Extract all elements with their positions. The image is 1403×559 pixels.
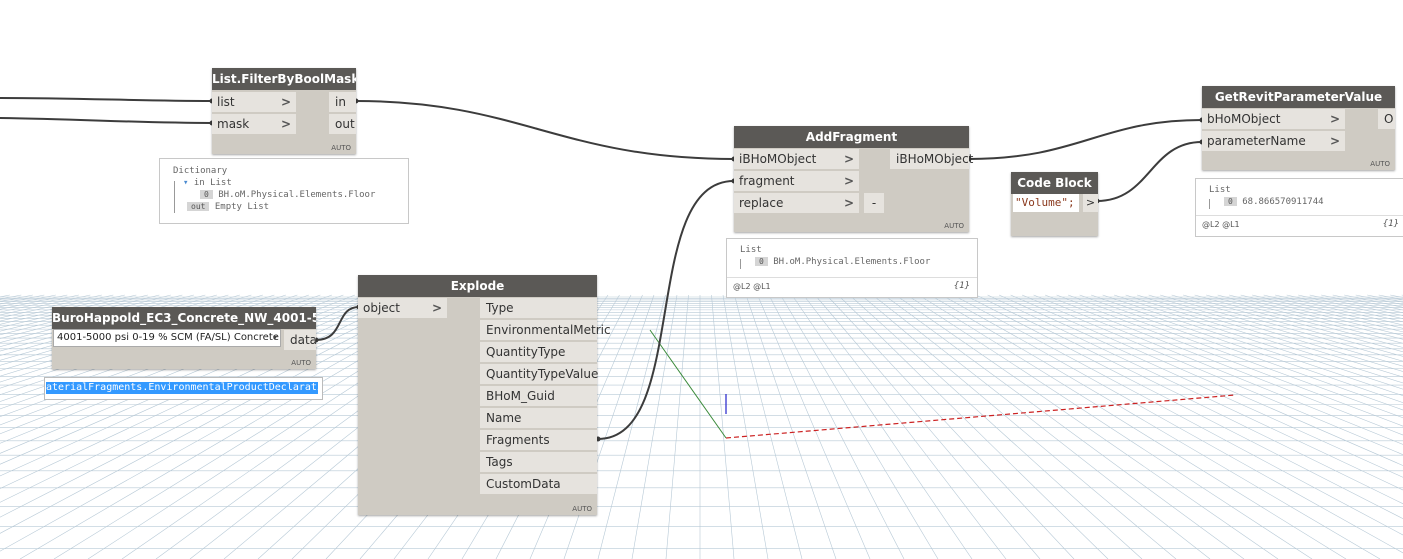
code-editor[interactable]: "Volume"; — [1013, 194, 1079, 212]
output-port-explode[interactable]: QuantityTypeValue — [480, 364, 598, 384]
port-label: list — [217, 95, 235, 109]
preview-levels: @L2 @L1 — [1202, 220, 1240, 229]
preview-in-label: in List — [193, 178, 232, 188]
input-port-object[interactable]: object > — [358, 298, 447, 318]
preview-addfragment[interactable]: List 0 BH.oM.Physical.Elements.Floor @L2… — [726, 238, 978, 298]
node-burohappold-ec3-concrete[interactable]: BuroHappold_EC3_Concrete_NW_4001-5000 40… — [52, 307, 317, 369]
chevron-right-icon: > — [1329, 112, 1340, 126]
preview-out-value: Empty List — [214, 202, 270, 212]
default-value-button[interactable]: - — [864, 193, 884, 213]
preview-burohappold[interactable]: aterialFragments.EnvironmentalProductDec… — [44, 377, 323, 400]
chevron-right-icon: > — [843, 196, 854, 210]
output-port-explode[interactable]: Tags — [480, 452, 597, 472]
background-3d-grid — [0, 294, 1403, 559]
lacing-label: AUTO — [1370, 160, 1390, 168]
output-port-ibhomobject[interactable]: iBHoMObject — [890, 149, 973, 169]
preview-type-label: Dictionary — [173, 166, 228, 176]
chevron-right-icon: > — [280, 95, 291, 109]
input-port-parametername[interactable]: parameterName > — [1202, 131, 1345, 151]
preview-index: 0 — [200, 190, 213, 199]
preview-count: {1} — [953, 281, 970, 291]
preview-type-label: List — [1209, 185, 1231, 195]
preview-index: 0 — [1224, 197, 1237, 206]
selected-preview-text[interactable]: aterialFragments.EnvironmentalProductDec… — [46, 382, 318, 394]
input-port-list[interactable]: list > — [212, 92, 296, 112]
port-label: parameterName — [1207, 134, 1306, 148]
preview-value: 68.866570911744 — [1242, 197, 1324, 207]
chevron-right-icon: > — [1329, 134, 1340, 148]
port-label: fragment — [739, 174, 795, 188]
chevron-right-icon: > — [431, 301, 442, 315]
output-port-explode[interactable]: CustomData — [480, 474, 597, 494]
lacing-label: AUTO — [291, 359, 311, 367]
node-list-filterbyboolmask[interactable]: List.FilterByBoolMask list > mask > in out… — [212, 68, 356, 154]
axis-y-green — [649, 329, 727, 439]
node-title[interactable]: Code Block — [1011, 172, 1098, 194]
output-port-explode[interactable]: QuantityType — [480, 342, 597, 362]
preview-out-label: out — [187, 202, 210, 211]
preview-value: BH.oM.Physical.Elements.Floor — [773, 257, 931, 267]
input-port-mask[interactable]: mask > — [212, 114, 296, 134]
dropdown-value: 4001-5000 psi 0-19 % SCM (FA/SL) Concret… — [57, 332, 279, 343]
lacing-label: AUTO — [572, 505, 592, 513]
node-title[interactable]: BuroHappold_EC3_Concrete_NW_4001-5000 — [52, 307, 316, 329]
material-dropdown[interactable]: 4001-5000 psi 0-19 % SCM (FA/SL) Concret… — [53, 329, 281, 347]
preview-getrevitparametervalue[interactable]: List 0 68.866570911744 @L2 @L1 {1} — [1195, 178, 1403, 237]
preview-type-label: List — [740, 245, 762, 255]
port-label: iBHoMObject — [739, 152, 817, 166]
code-output-port[interactable]: > — [1083, 194, 1098, 212]
node-title[interactable]: Explode — [358, 275, 597, 297]
preview-count: {1} — [1382, 219, 1399, 229]
node-addfragment[interactable]: AddFragment iBHoMObject > fragment > repla… — [734, 126, 973, 232]
preview-levels: @L2 @L1 — [733, 282, 771, 291]
graph-canvas[interactable]: List.FilterByBoolMask list > mask > in out… — [0, 0, 1403, 559]
node-code-block[interactable]: Code Block "Volume"; > — [1011, 172, 1098, 236]
output-port-explode[interactable]: EnvironmentalMetric — [480, 320, 611, 340]
chevron-right-icon: > — [843, 174, 854, 188]
port-label: bHoMObject — [1207, 112, 1281, 126]
lacing-label: AUTO — [944, 222, 964, 230]
preview-filterbyboolmask[interactable]: Dictionary ▾ in List 0 BH.oM.Physical.El… — [159, 158, 409, 224]
port-label: object — [363, 301, 400, 315]
input-port-ibhomobject[interactable]: iBHoMObject > — [734, 149, 859, 169]
node-title[interactable]: AddFragment — [734, 126, 969, 148]
output-port-explode[interactable]: Fragments — [480, 430, 597, 450]
preview-value: BH.oM.Physical.Elements.Floor — [218, 190, 376, 200]
port-label: replace — [739, 196, 784, 210]
output-port-out[interactable]: out — [329, 114, 356, 134]
chevron-down-icon: ▾ — [272, 333, 277, 342]
output-port-data[interactable]: data — [284, 330, 317, 350]
output-port-explode[interactable]: Type — [480, 298, 597, 318]
node-explode[interactable]: Explode object > Type EnvironmentalMetric Q… — [358, 275, 611, 515]
output-port-o[interactable]: O — [1378, 109, 1395, 129]
chevron-right-icon: > — [843, 152, 854, 166]
input-port-fragment[interactable]: fragment > — [734, 171, 859, 191]
port-label: mask — [217, 117, 250, 131]
input-port-bhomobject[interactable]: bHoMObject > — [1202, 109, 1345, 129]
output-port-in[interactable]: in — [329, 92, 356, 112]
lacing-label: AUTO — [331, 144, 351, 152]
node-title[interactable]: GetRevitParameterValue — [1202, 86, 1395, 108]
output-port-explode[interactable]: BHoM_Guid — [480, 386, 597, 406]
chevron-right-icon: > — [280, 117, 291, 131]
node-getrevitparametervalue[interactable]: GetRevitParameterValue bHoMObject > param… — [1202, 86, 1395, 170]
output-port-explode[interactable]: Name — [480, 408, 597, 428]
node-title[interactable]: List.FilterByBoolMask — [212, 68, 356, 90]
preview-index: 0 — [755, 257, 768, 266]
input-port-replace[interactable]: replace > — [734, 193, 859, 213]
